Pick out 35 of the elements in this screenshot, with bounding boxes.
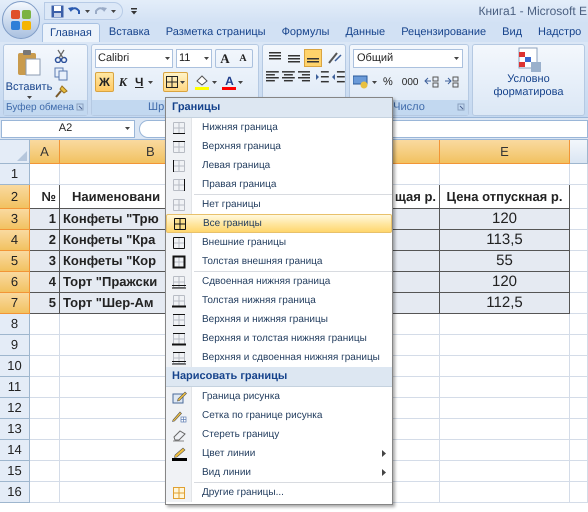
table-cell: 3 [30, 251, 60, 272]
group-label: Шр [148, 100, 164, 116]
menu-item-label: Граница рисунка [202, 390, 280, 404]
menu-item-label: Внешние границы [202, 236, 286, 250]
menu-item-label: Стереть границу [202, 428, 280, 442]
window-title: Книга1 - Microsoft E [478, 3, 588, 20]
table-cell: 120 [440, 272, 570, 293]
menu-item-label: Цвет линии [202, 447, 256, 461]
menu-item-label: Верхняя и толстая нижняя границы [202, 332, 367, 346]
table-cell: Цена отпускная р. [440, 185, 570, 209]
menu-item-label: Левая граница [202, 159, 270, 173]
table-cell: 113,5 [440, 230, 570, 251]
menu-item-label: Верхняя граница [202, 140, 281, 154]
menu-item-label: Нет границы [202, 198, 261, 212]
menu-item-label: Сетка по границе рисунка [202, 409, 322, 423]
menu-item-label: Вид линии [202, 466, 251, 480]
conditional-format-label: форматирова [494, 86, 564, 99]
menu-item-label: Другие границы... [202, 486, 284, 500]
table-cell: 4 [30, 272, 60, 293]
menu-item-label: Верхняя и сдвоенная нижняя границы [202, 351, 380, 365]
menu-item-label: Верхняя и нижняя границы [202, 313, 328, 327]
group-label: Число [393, 100, 425, 116]
group-label: Буфер обмена [6, 101, 74, 115]
table-cell: 112,5 [440, 293, 570, 314]
conditional-format-label: Условно [507, 73, 550, 86]
menu-section-header: Границы [166, 98, 392, 118]
table-cell: 2 [30, 230, 60, 251]
table-cell: 120 [440, 209, 570, 230]
menu-item-label: Все границы [203, 217, 262, 231]
table-cell: 1 [30, 209, 60, 230]
table-cell: 55 [440, 251, 570, 272]
table-cell: 5 [30, 293, 60, 314]
table-cell: № [30, 185, 60, 209]
menu-section-header: Нарисовать границы [166, 367, 392, 387]
menu-item-label: Нижняя граница [202, 121, 278, 135]
